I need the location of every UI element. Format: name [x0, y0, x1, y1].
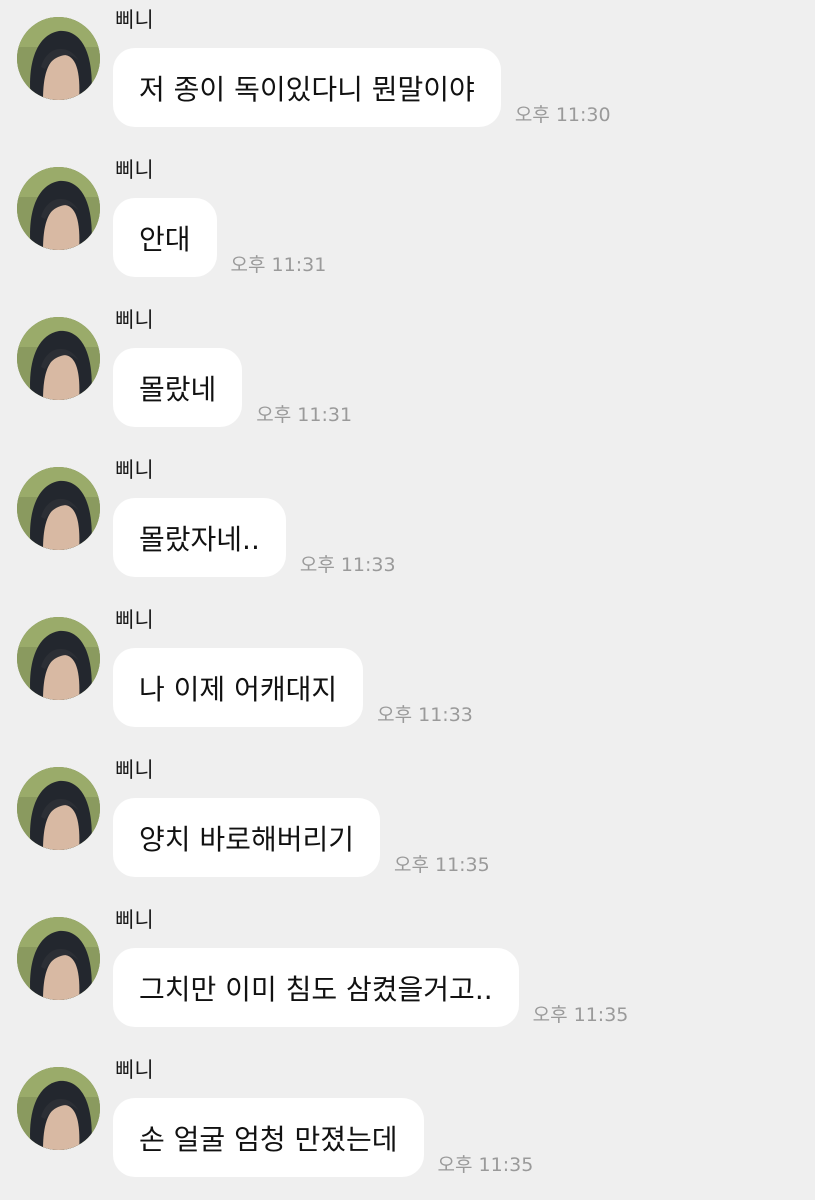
avatar[interactable] — [17, 1067, 100, 1150]
sender-name: 삐니 — [115, 308, 154, 332]
message-bubble[interactable]: 양치 바로해버리기 — [113, 798, 380, 877]
profile-photo-icon — [17, 467, 100, 550]
avatar[interactable] — [17, 617, 100, 700]
chat-message: 삐니 양치 바로해버리기 오후 11:35 — [0, 750, 815, 900]
chat-message: 삐니 몰랐네 오후 11:31 — [0, 300, 815, 450]
chat-message: 삐니 안대 오후 11:31 — [0, 150, 815, 300]
profile-photo-icon — [17, 17, 100, 100]
profile-photo-icon — [17, 317, 100, 400]
profile-photo-icon — [17, 167, 100, 250]
message-bubble[interactable]: 저 종이 독이있다니 뭔말이야 — [113, 48, 501, 127]
sender-name: 삐니 — [115, 458, 154, 482]
profile-photo-icon — [17, 1067, 100, 1150]
chat-message: 삐니 몰랐자네.. 오후 11:33 — [0, 450, 815, 600]
message-time: 오후 11:33 — [299, 554, 396, 576]
message-time: 오후 11:35 — [532, 1004, 629, 1026]
chat-message: 삐니 저 종이 독이있다니 뭔말이야 오후 11:30 — [0, 0, 815, 150]
profile-photo-icon — [17, 917, 100, 1000]
sender-name: 삐니 — [115, 158, 154, 182]
profile-photo-icon — [17, 617, 100, 700]
avatar[interactable] — [17, 317, 100, 400]
avatar[interactable] — [17, 767, 100, 850]
message-bubble[interactable]: 그치만 이미 침도 삼켰을거고.. — [113, 948, 519, 1027]
chat-message: 삐니 손 얼굴 엄청 만졌는데 오후 11:35 — [0, 1050, 815, 1200]
message-time: 오후 11:35 — [437, 1154, 534, 1176]
avatar[interactable] — [17, 167, 100, 250]
avatar[interactable] — [17, 17, 100, 100]
chat-message-list[interactable]: 삐니 저 종이 독이있다니 뭔말이야 오후 11:30 삐니 안대 오후 11:… — [0, 0, 815, 1200]
message-time: 오후 11:31 — [256, 404, 353, 426]
profile-photo-icon — [17, 767, 100, 850]
message-time: 오후 11:30 — [514, 104, 611, 126]
message-bubble[interactable]: 손 얼굴 엄청 만졌는데 — [113, 1098, 424, 1177]
sender-name: 삐니 — [115, 908, 154, 932]
sender-name: 삐니 — [115, 608, 154, 632]
avatar[interactable] — [17, 467, 100, 550]
message-time: 오후 11:33 — [377, 704, 473, 726]
message-bubble[interactable]: 몰랐네 — [113, 348, 243, 427]
avatar[interactable] — [17, 917, 100, 1000]
chat-message: 삐니 그치만 이미 침도 삼켰을거고.. 오후 11:35 — [0, 900, 815, 1050]
message-bubble[interactable]: 나 이제 어캐대지 — [113, 648, 364, 727]
message-time: 오후 11:35 — [393, 854, 490, 876]
sender-name: 삐니 — [115, 758, 154, 782]
message-bubble[interactable]: 안대 — [113, 198, 217, 277]
chat-message: 삐니 나 이제 어캐대지 오후 11:33 — [0, 600, 815, 750]
sender-name: 삐니 — [115, 8, 154, 32]
message-bubble[interactable]: 몰랐자네.. — [113, 498, 286, 577]
sender-name: 삐니 — [115, 1058, 154, 1082]
message-time: 오후 11:31 — [230, 254, 327, 276]
